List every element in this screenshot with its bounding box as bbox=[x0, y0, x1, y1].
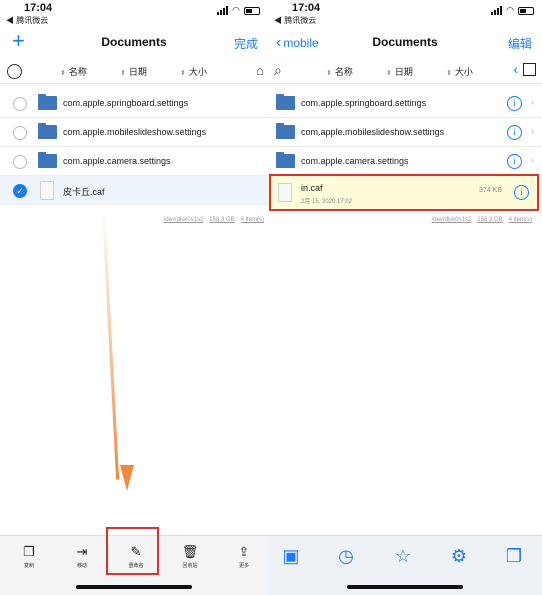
folder-icon bbox=[38, 94, 57, 110]
item-count: 4 item(s) bbox=[240, 217, 264, 223]
move-button[interactable]: ⇥ 移动 bbox=[62, 544, 102, 569]
select-circle[interactable] bbox=[13, 97, 27, 111]
file-row[interactable]: com.apple.mobileslideshow.settings i › bbox=[268, 118, 542, 147]
file-row[interactable]: com.apple.camera.settings i › bbox=[268, 147, 542, 176]
highlight-box-file bbox=[269, 174, 539, 211]
home-indicator bbox=[76, 585, 192, 589]
battery-icon bbox=[244, 6, 260, 15]
file-name: com.apple.camera.settings bbox=[301, 156, 409, 166]
status-time: 17:04 bbox=[292, 2, 321, 14]
file-row-selected[interactable]: ✓ 皮卡丘.caf bbox=[0, 176, 268, 205]
back-to-app[interactable]: ◀ 腾讯微云 bbox=[274, 15, 316, 26]
share-icon: ⇪ bbox=[238, 544, 250, 559]
info-icon[interactable]: i bbox=[507, 96, 522, 111]
page-title: Documents bbox=[372, 35, 438, 49]
copy-icon: ❐ bbox=[23, 544, 35, 559]
sort-bar: ⌕ ⬍ 名称 ⬍ 日期 ⬍ 大小 ‹ bbox=[268, 60, 542, 84]
select-circle[interactable] bbox=[13, 155, 27, 169]
windows-icon[interactable]: ❐ bbox=[503, 545, 525, 567]
clipboard-icon[interactable]: ▣ bbox=[280, 545, 302, 567]
chevron-right-icon: › bbox=[530, 97, 534, 108]
sort-by-size[interactable]: ⬍ 大小 bbox=[446, 65, 473, 78]
free-space: 158.3 GB bbox=[209, 217, 235, 223]
item-count: 4 item(s) bbox=[508, 217, 532, 223]
file-name: 皮卡丘.caf bbox=[63, 187, 105, 197]
page-title: Documents bbox=[101, 35, 167, 49]
arrow-head bbox=[120, 465, 134, 491]
free-space: 158.3 GB bbox=[477, 217, 503, 223]
grid-view-icon[interactable] bbox=[523, 63, 536, 76]
file-name: com.apple.springboard.settings bbox=[301, 98, 427, 108]
checkmark-icon[interactable]: ✓ bbox=[13, 184, 27, 198]
gear-icon[interactable]: ⚙ bbox=[448, 545, 470, 567]
storage-info: /dev/disk0s1s2 158.3 GB 4 item(s) bbox=[158, 217, 264, 223]
file-row[interactable]: com.apple.springboard.settings i › bbox=[268, 89, 542, 118]
storage-info: /dev/disk0s1s2 158.3 GB 4 item(s) bbox=[426, 217, 532, 223]
status-bar: 17:04 ◀ 腾讯微云 ◠ bbox=[0, 0, 268, 26]
edit-button[interactable]: 编辑 bbox=[508, 35, 532, 52]
search-icon[interactable]: ⌕ bbox=[274, 62, 282, 79]
arrow-shaft bbox=[102, 209, 120, 480]
folder-icon bbox=[276, 123, 295, 139]
sort-by-date[interactable]: ⬍ 日期 bbox=[120, 65, 147, 78]
file-name: com.apple.camera.settings bbox=[63, 156, 171, 166]
left-screen: 17:04 ◀ 腾讯微云 ◠ + Documents 完成 ⬍ 名称 ⬍ 日期 ⬍ 大… bbox=[0, 0, 268, 595]
folder-icon bbox=[276, 152, 295, 168]
wifi-icon: ◠ bbox=[506, 5, 514, 15]
status-icons: ◠ bbox=[491, 5, 534, 16]
copy-button[interactable]: ❐ 复制 bbox=[9, 544, 49, 569]
navigation-bar: + Documents 完成 bbox=[0, 28, 268, 56]
sort-by-name[interactable]: ⬍ 名称 bbox=[60, 65, 87, 78]
file-name: com.apple.mobileslideshow.settings bbox=[63, 127, 207, 137]
right-screen: 17:04 ◀ 腾讯微云 ◠ ‹ mobile Documents 编辑 ⌕ ⬍ 名… bbox=[268, 0, 542, 595]
file-row[interactable]: com.apple.camera.settings bbox=[0, 147, 268, 176]
status-time: 17:04 bbox=[24, 2, 53, 14]
trash-button[interactable]: 🗑 回收站 bbox=[170, 544, 210, 569]
signal-icon bbox=[491, 6, 503, 15]
info-icon[interactable]: i bbox=[507, 154, 522, 169]
select-all-circle[interactable] bbox=[7, 64, 22, 79]
folder-icon bbox=[276, 94, 295, 110]
file-row[interactable]: com.apple.mobileslideshow.settings bbox=[0, 118, 268, 147]
chevron-right-icon: › bbox=[530, 126, 534, 137]
signal-icon bbox=[217, 6, 229, 15]
done-button[interactable]: 完成 bbox=[234, 35, 258, 52]
tab-bar: ▣ ◷ ☆ ⚙ ❐ bbox=[268, 535, 542, 595]
battery-icon bbox=[518, 6, 534, 15]
folder-icon bbox=[38, 152, 57, 168]
sort-by-name[interactable]: ⬍ 名称 bbox=[326, 65, 353, 78]
chevron-right-icon: › bbox=[530, 155, 534, 166]
file-icon bbox=[40, 181, 54, 200]
home-indicator bbox=[347, 585, 463, 589]
clock-icon[interactable]: ◷ bbox=[335, 545, 357, 567]
sort-bar: ⬍ 名称 ⬍ 日期 ⬍ 大小 ⌂ bbox=[0, 60, 268, 84]
trash-icon: 🗑 bbox=[181, 544, 199, 559]
sort-by-size[interactable]: ⬍ 大小 bbox=[180, 65, 207, 78]
star-icon[interactable]: ☆ bbox=[392, 545, 414, 567]
file-row[interactable]: com.apple.springboard.settings bbox=[0, 89, 268, 118]
folder-icon bbox=[38, 123, 57, 139]
select-circle[interactable] bbox=[13, 126, 27, 140]
status-bar: 17:04 ◀ 腾讯微云 ◠ bbox=[268, 0, 542, 26]
info-icon[interactable]: i bbox=[507, 125, 522, 140]
highlight-box-rename bbox=[106, 527, 159, 575]
status-icons: ◠ bbox=[217, 5, 260, 16]
navigation-bar: ‹ mobile Documents 编辑 bbox=[268, 28, 542, 56]
disk-path: /dev/disk0s1s2 bbox=[431, 217, 472, 223]
chevron-left-icon[interactable]: ‹ bbox=[513, 61, 518, 77]
disk-path: /dev/disk0s1s2 bbox=[163, 217, 204, 223]
file-name: com.apple.mobileslideshow.settings bbox=[301, 127, 445, 137]
tag-icon[interactable]: ⌂ bbox=[256, 63, 264, 78]
more-button[interactable]: ⇪ 更多 bbox=[224, 544, 264, 569]
move-icon: ⇥ bbox=[76, 544, 88, 559]
file-name: com.apple.springboard.settings bbox=[63, 98, 189, 108]
wifi-icon: ◠ bbox=[232, 5, 240, 15]
sort-by-date[interactable]: ⬍ 日期 bbox=[386, 65, 413, 78]
back-to-app[interactable]: ◀ 腾讯微云 bbox=[6, 15, 48, 26]
